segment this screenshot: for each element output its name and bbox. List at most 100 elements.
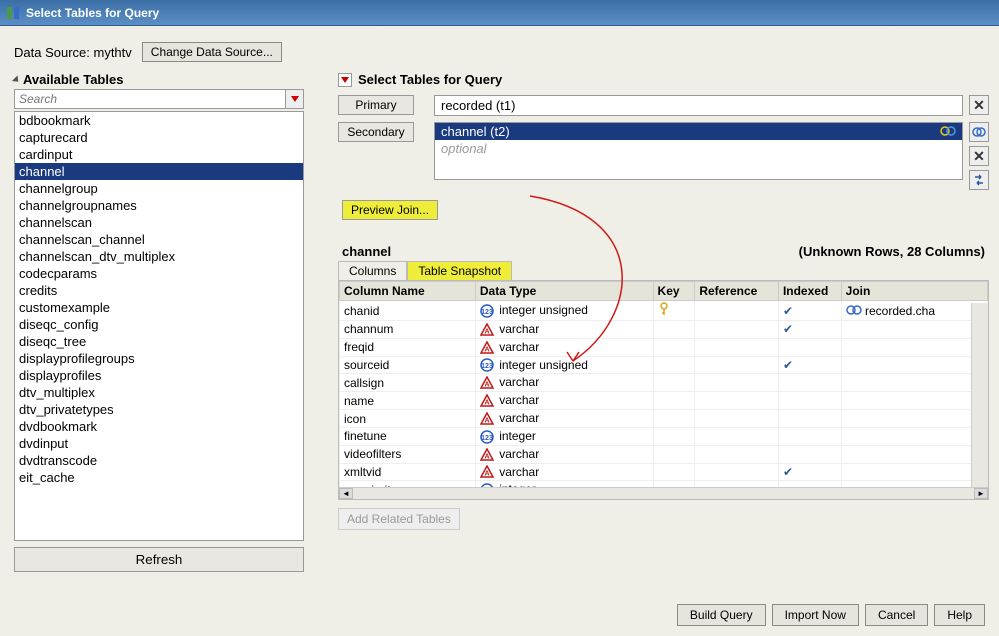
table-item[interactable]: dvdbookmark	[15, 418, 303, 435]
columns-grid: Column Name Data Type Key Reference Inde…	[338, 280, 989, 500]
add-related-tables-button: Add Related Tables	[338, 508, 460, 530]
remove-primary-button[interactable]: ✕	[969, 95, 989, 115]
text-icon: A	[480, 448, 496, 462]
table-item[interactable]: channel	[15, 163, 303, 180]
cell-indexed	[778, 410, 841, 428]
title-bar: Select Tables for Query	[0, 0, 999, 26]
edit-join-button[interactable]	[969, 122, 989, 142]
horizontal-scrollbar[interactable]: ◄►	[339, 487, 988, 499]
cell-key	[653, 356, 695, 374]
build-query-button[interactable]: Build Query	[677, 604, 766, 626]
cell-key	[653, 338, 695, 356]
change-data-source-button[interactable]: Change Data Source...	[142, 42, 282, 62]
table-item[interactable]: displayprofilegroups	[15, 350, 303, 367]
cell-key	[653, 427, 695, 445]
header-indexed[interactable]: Indexed	[778, 282, 841, 301]
join-icon	[846, 304, 862, 318]
svg-text:123: 123	[481, 435, 493, 442]
cancel-button[interactable]: Cancel	[865, 604, 928, 626]
cell-key	[653, 301, 695, 321]
window-title: Select Tables for Query	[26, 6, 159, 20]
collapse-button[interactable]	[338, 73, 352, 87]
header-key[interactable]: Key	[653, 282, 695, 301]
table-item[interactable]: channelscan_dtv_multiplex	[15, 248, 303, 265]
cell-reference	[695, 427, 779, 445]
check-icon: ✔	[783, 465, 793, 479]
data-source-label: Data Source: mythtv	[14, 45, 132, 60]
available-tables-list[interactable]: bdbookmarkcapturecardcardinputchannelcha…	[14, 111, 304, 541]
cell-type: 123 integer unsigned	[475, 301, 653, 321]
secondary-selected-item[interactable]: channel (t2)	[435, 123, 962, 140]
column-row[interactable]: finetune123 integer	[340, 427, 988, 445]
table-item[interactable]: channelscan	[15, 214, 303, 231]
header-column-name[interactable]: Column Name	[340, 282, 476, 301]
column-row[interactable]: sourceid123 integer unsigned✔	[340, 356, 988, 374]
check-icon: ✔	[783, 322, 793, 336]
remove-secondary-button[interactable]: ✕	[969, 146, 989, 166]
cell-name: channum	[340, 321, 476, 339]
cell-key	[653, 463, 695, 481]
cell-reference	[695, 301, 779, 321]
column-row[interactable]: videofiltersA varchar	[340, 445, 988, 463]
cell-join	[841, 321, 987, 339]
preview-join-button[interactable]: Preview Join...	[342, 200, 438, 220]
cell-type: 123 integer unsigned	[475, 356, 653, 374]
table-item[interactable]: dvdtranscode	[15, 452, 303, 469]
cell-reference	[695, 463, 779, 481]
cell-reference	[695, 356, 779, 374]
header-reference[interactable]: Reference	[695, 282, 779, 301]
header-join[interactable]: Join	[841, 282, 987, 301]
cell-indexed	[778, 374, 841, 392]
table-item[interactable]: diseqc_config	[15, 316, 303, 333]
cell-type: 123 integer	[475, 427, 653, 445]
secondary-tables-list[interactable]: channel (t2) optional	[434, 122, 963, 180]
tab-columns[interactable]: Columns	[338, 261, 407, 280]
table-item[interactable]: channelgroup	[15, 180, 303, 197]
column-row[interactable]: freqidA varchar	[340, 338, 988, 356]
table-item[interactable]: capturecard	[15, 129, 303, 146]
column-row[interactable]: iconA varchar	[340, 410, 988, 428]
column-row[interactable]: callsignA varchar	[340, 374, 988, 392]
table-item[interactable]: diseqc_tree	[15, 333, 303, 350]
cell-name: icon	[340, 410, 476, 428]
column-row[interactable]: xmltvidA varchar✔	[340, 463, 988, 481]
detail-table-name: channel	[342, 244, 391, 259]
table-item[interactable]: credits	[15, 282, 303, 299]
table-item[interactable]: cardinput	[15, 146, 303, 163]
table-item[interactable]: dvdinput	[15, 435, 303, 452]
table-item[interactable]: eit_cache	[15, 469, 303, 486]
search-dropdown-button[interactable]	[286, 89, 304, 109]
table-item[interactable]: codecparams	[15, 265, 303, 282]
search-input[interactable]	[14, 89, 286, 109]
cell-reference	[695, 445, 779, 463]
table-item[interactable]: bdbookmark	[15, 112, 303, 129]
table-item[interactable]: dtv_multiplex	[15, 384, 303, 401]
table-item[interactable]: dtv_privatetypes	[15, 401, 303, 418]
cell-join	[841, 463, 987, 481]
column-row[interactable]: nameA varchar	[340, 392, 988, 410]
table-item[interactable]: channelgroupnames	[15, 197, 303, 214]
column-row[interactable]: channumA varchar✔	[340, 321, 988, 339]
table-item[interactable]: channelscan_channel	[15, 231, 303, 248]
tab-snapshot[interactable]: Table Snapshot	[407, 261, 512, 280]
table-item[interactable]: customexample	[15, 299, 303, 316]
primary-table-field[interactable]: recorded (t1)	[434, 95, 963, 116]
cell-join	[841, 410, 987, 428]
expand-icon	[12, 75, 21, 84]
chevron-down-icon	[341, 77, 349, 83]
swap-button[interactable]	[969, 170, 989, 190]
column-row[interactable]: chanid123 integer unsigned✔ recorded.cha	[340, 301, 988, 321]
cell-indexed	[778, 338, 841, 356]
cell-name: sourceid	[340, 356, 476, 374]
secondary-placeholder: optional	[435, 140, 962, 157]
import-now-button[interactable]: Import Now	[772, 604, 859, 626]
refresh-button[interactable]: Refresh	[14, 547, 304, 572]
table-item[interactable]: displayprofiles	[15, 367, 303, 384]
available-tables-heading: Available Tables	[14, 72, 304, 87]
vertical-scrollbar[interactable]	[971, 303, 988, 489]
cell-name: videofilters	[340, 445, 476, 463]
svg-text:A: A	[484, 328, 489, 335]
svg-text:A: A	[484, 453, 489, 460]
header-data-type[interactable]: Data Type	[475, 282, 653, 301]
help-button[interactable]: Help	[934, 604, 985, 626]
